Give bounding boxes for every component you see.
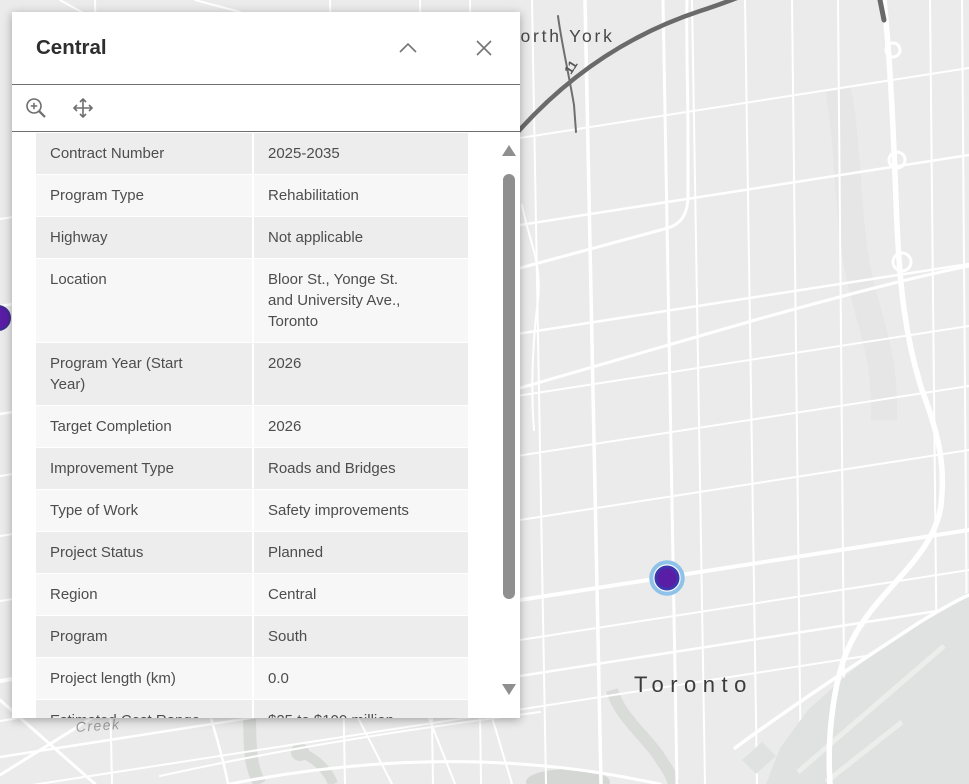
collapse-button[interactable]	[395, 35, 421, 61]
table-row: Program Type Rehabilitation	[36, 175, 468, 216]
field-label: Improvement Type	[36, 448, 252, 489]
app-window: North York 11 Toronto Creek Central	[0, 0, 969, 784]
attribute-table: Contract Number 2025-2035 Program Type R…	[36, 132, 468, 718]
close-button[interactable]	[471, 35, 497, 61]
triangle-down-icon[interactable]	[502, 684, 516, 695]
field-label: Target Completion	[36, 406, 252, 447]
popup-header: Central	[12, 12, 520, 84]
table-row: Region Central	[36, 574, 468, 615]
triangle-up-icon[interactable]	[502, 145, 516, 156]
popup-content: Contract Number 2025-2035 Program Type R…	[12, 132, 520, 718]
popup-title: Central	[36, 36, 395, 60]
table-row: Target Completion 2026	[36, 406, 468, 447]
table-row: Program South	[36, 616, 468, 657]
table-row: Location Bloor St., Yonge St. and Univer…	[36, 259, 468, 342]
table-row: Contract Number 2025-2035	[36, 133, 468, 174]
field-value: South	[254, 616, 468, 657]
field-label: Project length (km)	[36, 658, 252, 699]
table-row: Project Status Planned	[36, 532, 468, 573]
field-label: Estimated Cost Range	[36, 700, 252, 718]
field-label: Type of Work	[36, 490, 252, 531]
field-value: Roads and Bridges	[254, 448, 468, 489]
field-label: Program Year (Start Year)	[36, 343, 252, 405]
city-label: Toronto	[634, 672, 753, 697]
field-label: Region	[36, 574, 252, 615]
field-value: Bloor St., Yonge St. and University Ave.…	[254, 259, 468, 342]
field-label: Contract Number	[36, 133, 252, 174]
popup-scrollbar[interactable]	[500, 145, 518, 708]
popup-toolbar	[12, 84, 520, 132]
move-arrows-icon	[71, 96, 95, 120]
field-value: 2026	[254, 406, 468, 447]
zoom-to-button[interactable]	[24, 96, 48, 120]
creek-label: Creek	[75, 716, 121, 735]
district-label: North York	[505, 26, 615, 46]
field-label: Program Type	[36, 175, 252, 216]
field-label: Location	[36, 259, 252, 342]
move-button[interactable]	[71, 96, 95, 120]
magnifier-plus-icon	[24, 96, 48, 120]
field-value: 2026	[254, 343, 468, 405]
field-value: 0.0	[254, 658, 468, 699]
scrollbar-thumb[interactable]	[503, 174, 515, 599]
field-label: Program	[36, 616, 252, 657]
field-value: 2025-2035	[254, 133, 468, 174]
field-label: Project Status	[36, 532, 252, 573]
chevron-up-icon	[397, 41, 419, 55]
table-row: Estimated Cost Range $25 to $100 million	[36, 700, 468, 718]
table-row: Project length (km) 0.0	[36, 658, 468, 699]
marker-core	[656, 567, 678, 589]
project-marker-selected[interactable]	[652, 563, 683, 594]
field-value: Planned	[254, 532, 468, 573]
field-value: Safety improvements	[254, 490, 468, 531]
field-label: Highway	[36, 217, 252, 258]
table-row: Highway Not applicable	[36, 217, 468, 258]
table-row: Type of Work Safety improvements	[36, 490, 468, 531]
feature-popup: Central	[12, 12, 520, 718]
field-value: Central	[254, 574, 468, 615]
field-value: Rehabilitation	[254, 175, 468, 216]
field-value: Not applicable	[254, 217, 468, 258]
field-value: $25 to $100 million	[254, 700, 468, 718]
table-row: Improvement Type Roads and Bridges	[36, 448, 468, 489]
table-row: Program Year (Start Year) 2026	[36, 343, 468, 405]
close-icon	[475, 39, 493, 57]
